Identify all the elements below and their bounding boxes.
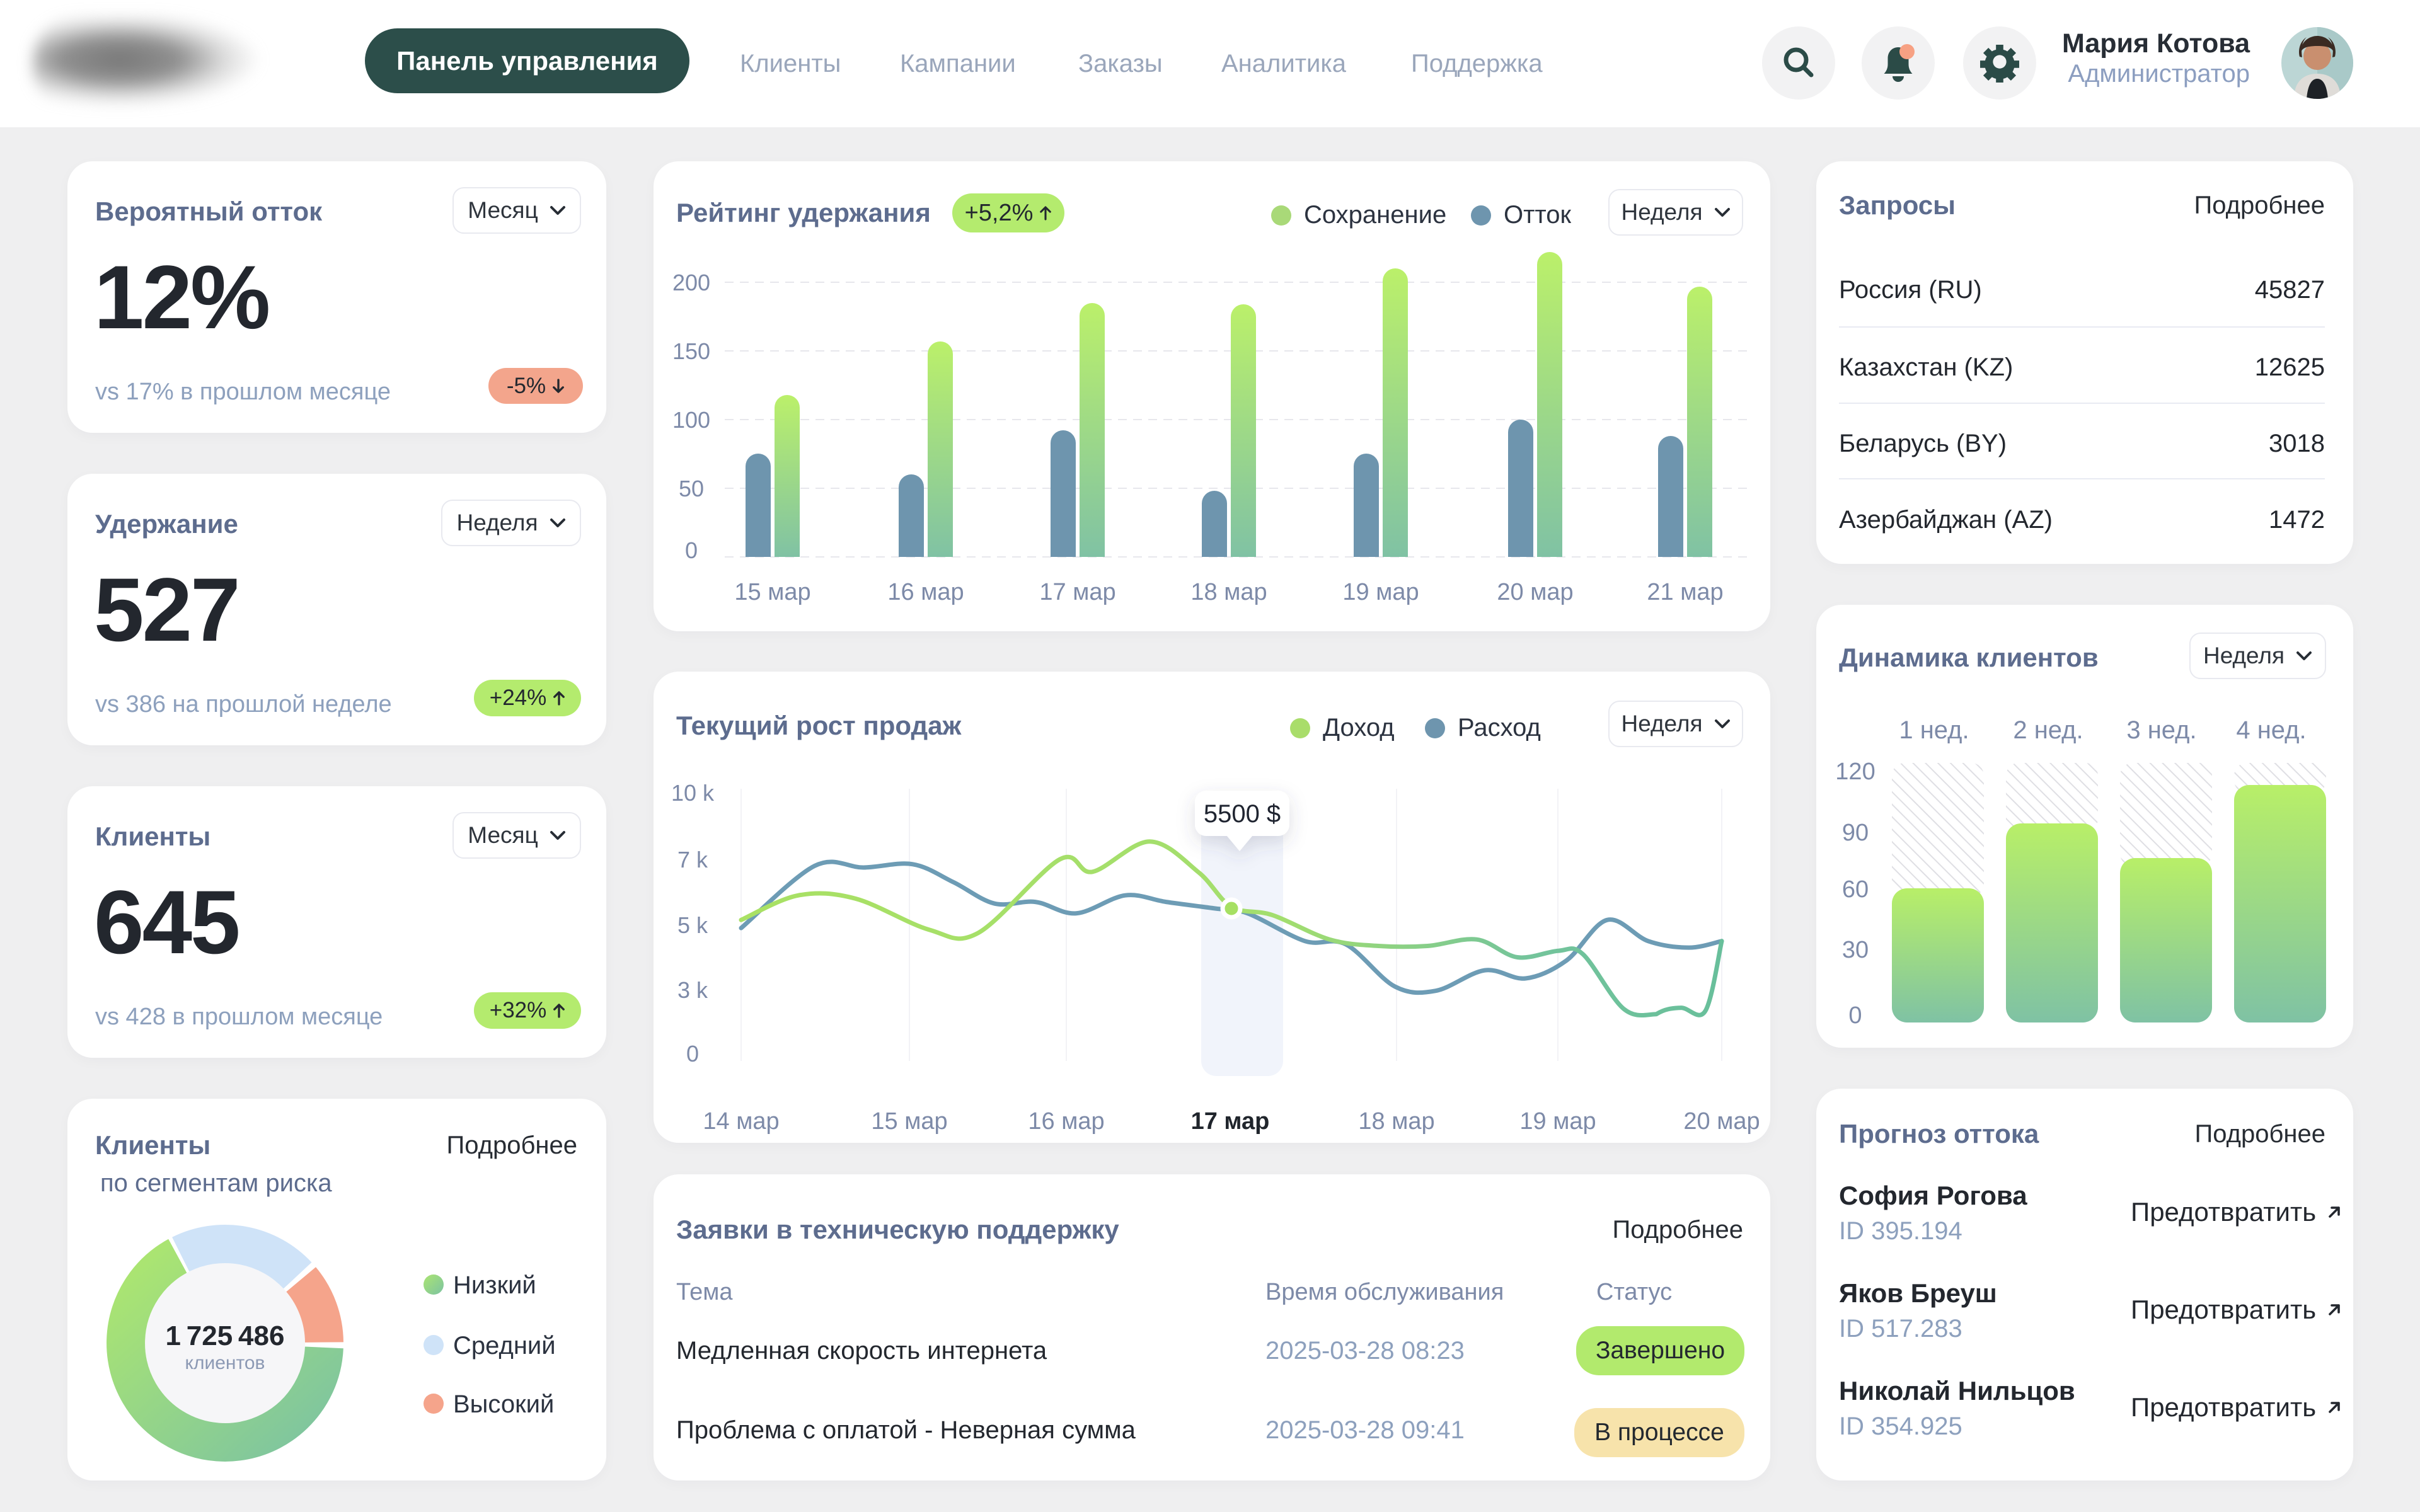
svg-text:60: 60 <box>1842 876 1869 903</box>
svg-text:16 мар: 16 мар <box>887 579 964 605</box>
svg-text:30: 30 <box>1842 937 1869 963</box>
svg-text:18 мар: 18 мар <box>1358 1108 1434 1135</box>
svg-text:5 k: 5 k <box>677 912 708 938</box>
svg-text:14 мар: 14 мар <box>703 1108 779 1135</box>
svg-text:20 мар: 20 мар <box>1497 579 1573 605</box>
svg-text:15 мар: 15 мар <box>734 579 810 605</box>
svg-text:200: 200 <box>672 270 710 295</box>
svg-text:100: 100 <box>672 407 710 433</box>
svg-text:120: 120 <box>1835 759 1875 785</box>
svg-text:50: 50 <box>679 476 704 501</box>
svg-text:16 мар: 16 мар <box>1028 1108 1104 1135</box>
svg-text:0: 0 <box>685 537 698 563</box>
svg-text:4 нед.: 4 нед. <box>2236 716 2306 744</box>
svg-text:20 мар: 20 мар <box>1683 1108 1760 1135</box>
svg-text:3 k: 3 k <box>677 977 708 1003</box>
svg-text:21 мар: 21 мар <box>1647 579 1723 605</box>
svg-text:5500 $: 5500 $ <box>1204 800 1281 828</box>
svg-text:17 мар: 17 мар <box>1039 579 1115 605</box>
svg-text:18 мар: 18 мар <box>1190 579 1267 605</box>
svg-text:19 мар: 19 мар <box>1519 1108 1596 1135</box>
svg-text:7 k: 7 k <box>677 847 708 873</box>
svg-text:17 мар: 17 мар <box>1191 1108 1270 1135</box>
svg-text:1 нед.: 1 нед. <box>1899 716 1969 744</box>
svg-text:10 k: 10 k <box>671 780 715 806</box>
svg-text:19 мар: 19 мар <box>1342 579 1419 605</box>
svg-text:2 нед.: 2 нед. <box>2013 716 2083 744</box>
svg-text:0: 0 <box>1848 1002 1862 1029</box>
svg-text:3 нед.: 3 нед. <box>2126 716 2196 744</box>
svg-text:0: 0 <box>686 1041 699 1067</box>
svg-text:15 мар: 15 мар <box>871 1108 947 1135</box>
svg-text:90: 90 <box>1842 820 1869 846</box>
svg-text:150: 150 <box>672 338 710 364</box>
